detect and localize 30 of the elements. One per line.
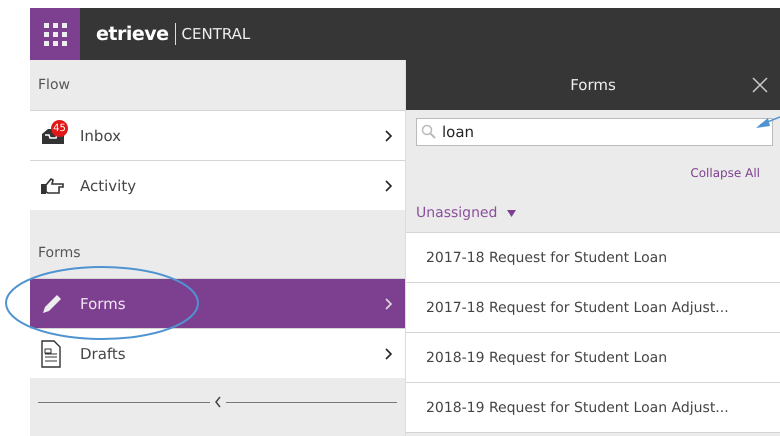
chevron-right-icon [385, 130, 393, 142]
grid-icon [43, 22, 67, 46]
form-item[interactable]: 2018-19 Request for Student Loan Adjust... [406, 383, 780, 433]
nav-item[interactable]: Activity [30, 160, 405, 210]
caret-icon [507, 210, 516, 216]
product-name: CENTRAL [182, 25, 250, 43]
group-header[interactable]: Unassigned [406, 202, 526, 224]
section-label: Forms [37, 244, 82, 263]
logo: etrieve [96, 23, 169, 45]
form-item[interactable]: 2017-18 Request for Student Loan Adjust... [406, 283, 780, 333]
chevron-right-icon [385, 348, 393, 360]
annotation-arrow [756, 116, 780, 128]
search-field[interactable]: loan [416, 118, 773, 146]
collapse-all-link[interactable]: Collapse All [690, 166, 760, 180]
nav-item[interactable]: Forms [30, 278, 405, 328]
pointing-hand-icon [40, 176, 66, 196]
panel-title: Forms [570, 76, 616, 94]
nav-item[interactable]: 45 Inbox [30, 110, 405, 160]
nav-item[interactable]: Drafts [30, 328, 405, 378]
app-launcher-button[interactable] [30, 8, 80, 60]
close-button[interactable] [750, 75, 770, 95]
document-icon [40, 338, 62, 368]
chevron-right-icon [385, 298, 393, 310]
search-icon [421, 124, 437, 140]
form-item[interactable]: 2018-19 Request for Student Loan [406, 333, 780, 383]
collapse-icon[interactable] [214, 396, 222, 408]
form-item[interactable]: 2017-18 Request for Student Loan [406, 233, 780, 283]
chevron-right-icon [385, 180, 393, 192]
count-badge: 45 [51, 120, 68, 136]
section-label: Flow [37, 76, 71, 95]
